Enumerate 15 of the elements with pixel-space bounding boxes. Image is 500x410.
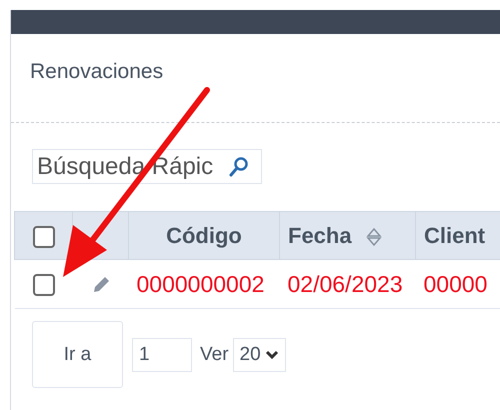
- column-header[interactable]: Client: [416, 212, 500, 260]
- table-cell: 0000000002: [128, 260, 280, 308]
- row-checkbox[interactable]: [32, 274, 54, 296]
- goto-button[interactable]: Ir a: [32, 321, 123, 388]
- view-label: Ver: [200, 344, 229, 366]
- chevron-icon: [264, 350, 279, 360]
- page-input[interactable]: 1: [132, 338, 192, 372]
- table-cell: 02/06/2023: [280, 260, 416, 308]
- column-header[interactable]: Código: [128, 212, 280, 260]
- page-size-select[interactable]: 20: [232, 338, 286, 372]
- table-cell: 00000: [416, 260, 500, 308]
- column-header[interactable]: Fecha: [280, 212, 416, 260]
- select-all-checkbox[interactable]: [32, 226, 54, 248]
- panel-title: Renovaciones: [30, 60, 164, 84]
- search-icon[interactable]: [228, 156, 250, 178]
